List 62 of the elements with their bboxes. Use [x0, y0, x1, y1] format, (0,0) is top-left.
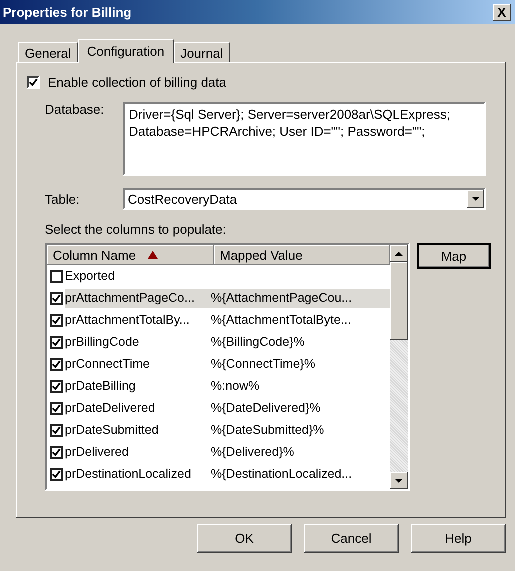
list-row[interactable]: prAttachmentTotalBy... %{AttachmentTotalByte...	[65, 310, 390, 330]
mapped-value: %{BillingCode}%	[211, 335, 305, 349]
column-name: prDestinationLocalized	[65, 467, 192, 481]
list-row[interactable]: prDelivered %{Delivered}%	[65, 442, 390, 462]
mapped-value: %{DestinationLocalized...	[211, 467, 352, 481]
checkbox[interactable]	[50, 446, 63, 458]
list-row[interactable]: prAttachmentPageCo... %{AttachmentPageCou...	[65, 288, 390, 308]
column-name: prBillingCode	[65, 335, 140, 349]
tab[interactable]: General	[18, 42, 78, 62]
list-row[interactable]: prDateBilling %:now%	[65, 376, 390, 396]
column-name: prAttachmentPageCo...	[65, 291, 196, 305]
mapped-value: %{ConnectTime}%	[211, 357, 316, 371]
checkbox-label: Enable collection of billing data	[48, 75, 227, 90]
list-row[interactable]: prDestinationLocalized %{DestinationLocalized...	[65, 464, 390, 484]
checkbox[interactable]	[50, 380, 63, 392]
window-title: Properties for Billing	[3, 4, 132, 20]
dialog-button[interactable]: OK	[197, 524, 292, 553]
checkbox[interactable]	[27, 76, 40, 89]
column-name: prDateBilling	[65, 379, 137, 393]
mapped-value: %{DateSubmitted}%	[211, 423, 324, 437]
checkbox[interactable]	[50, 292, 63, 304]
column-header[interactable]: Mapped Value	[214, 245, 390, 265]
column-name: prDateSubmitted	[65, 423, 160, 437]
checkbox[interactable]	[50, 468, 63, 480]
map-button[interactable]: Map	[417, 243, 491, 269]
list-row[interactable]: prDateSubmitted %{DateSubmitted}%	[65, 420, 390, 440]
scroll-up-icon[interactable]	[390, 245, 408, 262]
database-label: Database:	[45, 102, 106, 119]
list-row[interactable]: prConnectTime %{ConnectTime}%	[65, 354, 390, 374]
close-button[interactable]: X	[493, 4, 511, 20]
columns-prompt: Select the columns to populate:	[45, 222, 228, 237]
table-label: Table:	[45, 192, 81, 206]
mapped-value: %{AttachmentPageCou...	[211, 291, 352, 305]
database-field[interactable]: Driver={Sql Server}; Server=server2008ar\SQLExpress; Database=HPCRArchive; User ID=""; Password="";	[123, 102, 486, 176]
mapped-value: %{AttachmentTotalByte...	[211, 313, 352, 327]
checkbox[interactable]	[50, 270, 63, 282]
column-name: prAttachmentTotalBy...	[65, 313, 191, 327]
list-row[interactable]: prBillingCode %{BillingCode}%	[65, 332, 390, 352]
column-header[interactable]: Column Name	[47, 245, 214, 265]
scroll-thumb[interactable]	[390, 262, 408, 340]
checkbox[interactable]	[50, 402, 63, 414]
list-row[interactable]: Exported	[65, 266, 390, 286]
tab[interactable]: Journal	[174, 42, 230, 62]
column-name: prConnectTime	[65, 357, 151, 371]
column-name: prDelivered	[65, 445, 130, 459]
checkbox[interactable]	[50, 314, 63, 326]
column-name: prDateDelivered	[65, 401, 156, 415]
mapped-value: %{DateDelivered}%	[211, 401, 321, 415]
scrollbar[interactable]	[390, 245, 408, 489]
dialog-button[interactable]: Help	[411, 524, 506, 553]
column-name: Exported	[65, 269, 116, 283]
checkbox[interactable]	[50, 358, 63, 370]
checkbox[interactable]	[50, 424, 63, 436]
mapped-value: %{Delivered}%	[211, 445, 294, 459]
tab[interactable]: Configuration	[78, 39, 174, 63]
checkbox[interactable]	[50, 336, 63, 348]
list-row[interactable]: prDateDelivered %{DateDelivered}%	[65, 398, 390, 418]
scroll-down-icon[interactable]	[390, 472, 408, 489]
dialog-button[interactable]: Cancel	[304, 524, 399, 553]
table-dropdown[interactable]: CostRecoveryData	[123, 188, 486, 210]
sort-icon	[148, 251, 158, 259]
mapped-value: %:now%	[211, 379, 260, 393]
